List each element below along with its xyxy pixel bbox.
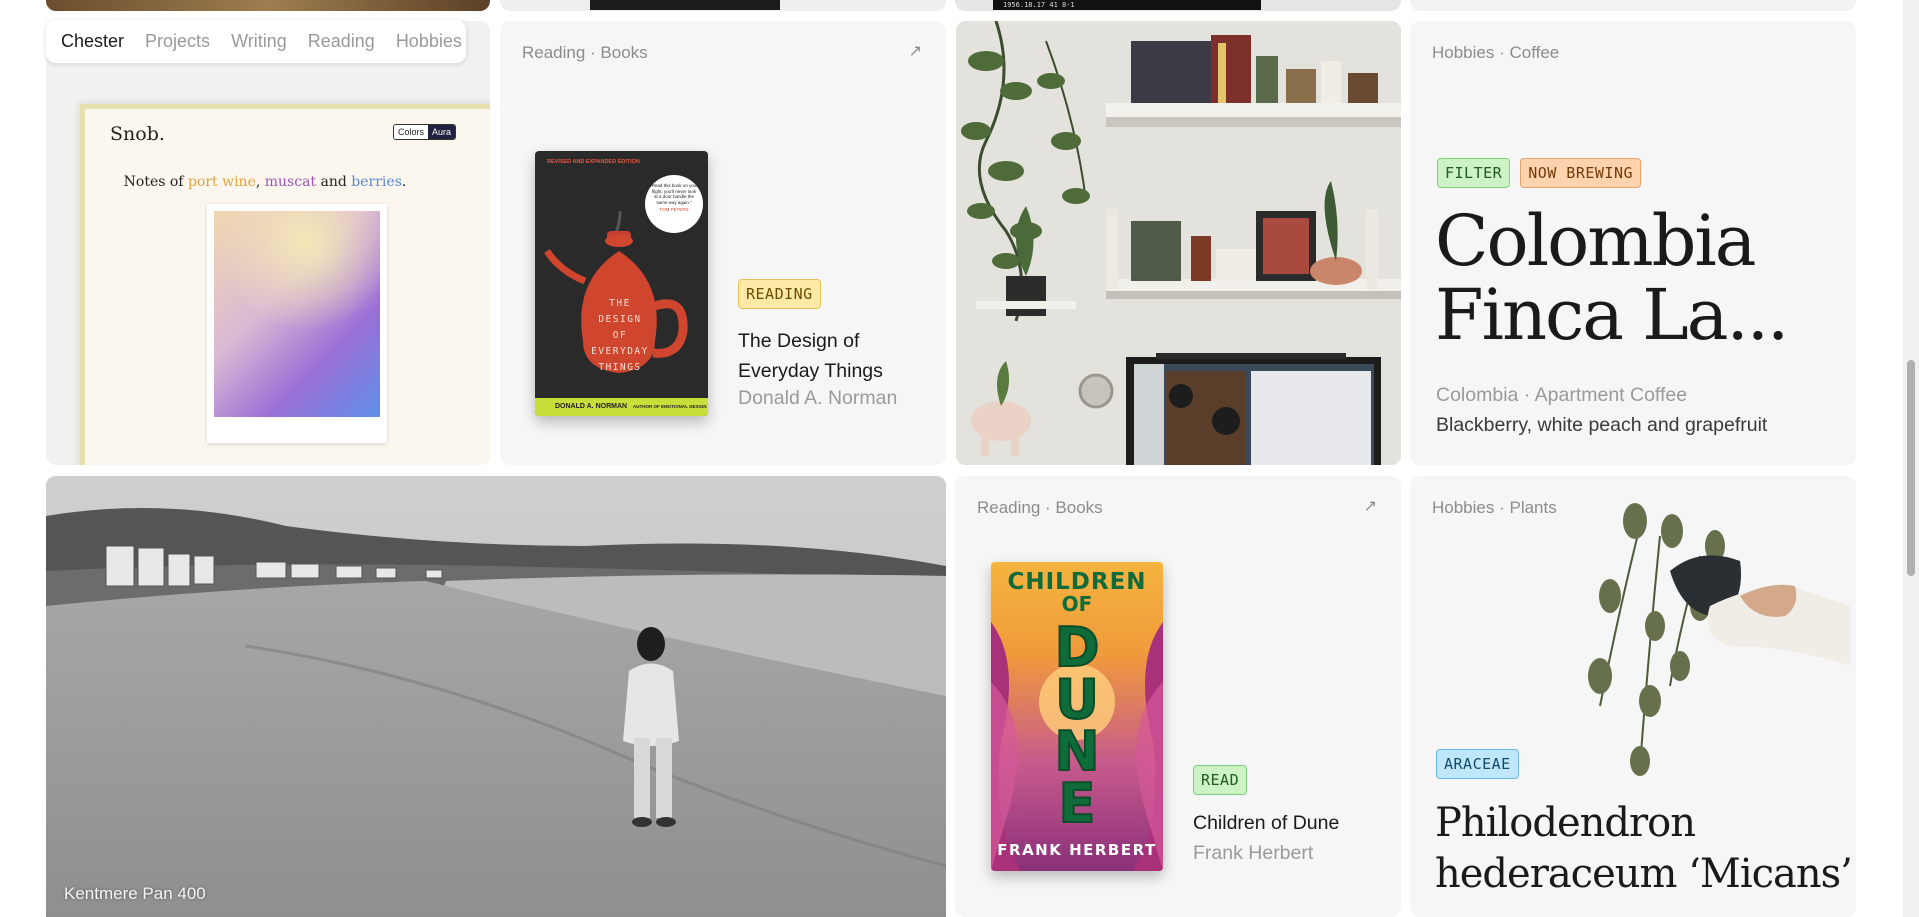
nav-item-projects[interactable]: Projects bbox=[145, 31, 210, 52]
aura-gradient bbox=[214, 211, 380, 417]
book-title-line2: Everyday Things bbox=[738, 360, 883, 382]
external-link-icon[interactable]: ↗ bbox=[1364, 496, 1377, 516]
tagline-muscat: muscat bbox=[264, 174, 317, 190]
tag-now-brewing: NOW BREWING bbox=[1520, 158, 1642, 188]
dune-cover-title: CHILDREN OF bbox=[991, 570, 1163, 614]
tagline-berries: berries bbox=[351, 174, 402, 190]
cover-title-line: THINGS bbox=[598, 362, 642, 373]
nav-item-chester[interactable]: Chester bbox=[61, 31, 124, 52]
cover-line3: DUNE bbox=[1053, 616, 1100, 835]
cover-title-line: OF bbox=[612, 330, 628, 341]
book-author: Donald A. Norman bbox=[738, 387, 898, 409]
tag-filter: FILTER bbox=[1437, 158, 1511, 188]
status-badge-reading: READING bbox=[738, 279, 821, 309]
cover-line1: CHILDREN bbox=[1007, 569, 1147, 595]
project-card-snob[interactable]: Snob. Colors Aura Notes of port wine, mu… bbox=[46, 21, 490, 465]
snob-logo: Snob. bbox=[110, 123, 165, 145]
coffee-card[interactable]: Hobbies · Coffee FILTER NOW BREWING Colo… bbox=[1410, 21, 1856, 465]
card-above-strip-3: 1956.18.17 41 8-1 bbox=[955, 0, 1401, 11]
coffee-title-line2: Finca La... bbox=[1435, 274, 1789, 356]
tagline-port-wine: port wine bbox=[187, 174, 256, 190]
cover-title-line: EVERYDAY bbox=[591, 346, 649, 357]
plant-card[interactable]: Hobbies · Plants ARACEAE Philodendron he… bbox=[1410, 476, 1856, 917]
plant-name: Philodendron hederaceum ‘Micans’ bbox=[1435, 798, 1853, 900]
coffee-notes: Blackberry, white peach and grapefruit bbox=[1436, 414, 1768, 436]
book-title-line1: The Design of bbox=[738, 330, 860, 352]
toggle-colors[interactable]: Colors bbox=[394, 125, 429, 139]
coffee-title-line1: Colombia bbox=[1435, 200, 1757, 282]
status-badge-read: READ bbox=[1193, 765, 1248, 795]
plant-name-line1: Philodendron bbox=[1435, 800, 1696, 846]
external-link-icon[interactable]: ↗ bbox=[909, 41, 922, 61]
coffee-origin: Colombia · Apartment Coffee bbox=[1436, 384, 1688, 406]
tagline-sep2: and bbox=[316, 174, 352, 190]
coffee-title: Colombia Finca La... bbox=[1435, 200, 1789, 356]
cover-title: THE DESIGN OF EVERYDAY THINGS bbox=[575, 296, 665, 376]
tagline-suffix: . bbox=[401, 174, 407, 190]
desk-photo bbox=[956, 21, 1401, 465]
nav-item-reading[interactable]: Reading bbox=[308, 31, 375, 52]
card-meta: Reading · Books bbox=[522, 43, 648, 62]
book-card-children-of-dune[interactable]: Reading · Books ↗ CHILDREN OF DUNE FRANK… bbox=[955, 476, 1401, 917]
cover-title-line: THE bbox=[609, 298, 631, 309]
scrollbar-track[interactable] bbox=[1903, 0, 1919, 917]
page: 1956.18.17 41 8-1 Chester Projects Writi… bbox=[0, 0, 1919, 917]
tag-araceae: ARACEAE bbox=[1436, 749, 1519, 779]
aura-card bbox=[207, 204, 387, 443]
tagline-sep1: , bbox=[255, 174, 265, 190]
cover-quote: "Read this book on your flight, you'll n… bbox=[650, 183, 698, 205]
book-title: The Design of Everyday Things bbox=[738, 326, 883, 386]
snob-tagline: Notes of port wine, muscat and berries. bbox=[85, 174, 445, 190]
cover-author-suffix: AUTHOR OF EMOTIONAL DESIGN bbox=[633, 404, 707, 409]
card-above-strip-4 bbox=[1410, 0, 1856, 11]
card-meta: Reading · Books bbox=[977, 498, 1103, 517]
top-nav: Chester Projects Writing Reading Hobbies bbox=[46, 20, 466, 63]
beach-photo bbox=[46, 476, 946, 917]
book-cover-dune: CHILDREN OF DUNE FRANK HERBERT bbox=[991, 562, 1163, 871]
book-title: Children of Dune bbox=[1193, 812, 1340, 834]
cover-author: FRANK HERBERT bbox=[997, 841, 1157, 859]
cover-title-line: DESIGN bbox=[598, 314, 642, 325]
cover-line2: OF bbox=[1061, 592, 1093, 616]
toggle-aura[interactable]: Aura bbox=[428, 125, 456, 139]
snob-toggle[interactable]: Colors Aura bbox=[393, 124, 457, 140]
book-author: Frank Herbert bbox=[1193, 842, 1314, 864]
cover-author-band: DONALD A. NORMAN AUTHOR OF EMOTIONAL DES… bbox=[535, 398, 708, 416]
card-above-strip-2 bbox=[500, 0, 946, 11]
book-cover-design: REVISED AND EXPANDED EDITION "Read this … bbox=[535, 151, 708, 416]
card-meta: Hobbies · Coffee bbox=[1432, 43, 1560, 62]
film-caption: Kentmere Pan 400 bbox=[64, 884, 206, 903]
tagline-prefix: Notes of bbox=[123, 174, 188, 190]
cover-top-text: REVISED AND EXPANDED EDITION bbox=[547, 159, 640, 165]
scrollbar-thumb[interactable] bbox=[1907, 360, 1915, 576]
snob-preview: Snob. Colors Aura Notes of port wine, mu… bbox=[80, 104, 490, 465]
nav-item-writing[interactable]: Writing bbox=[231, 31, 287, 52]
book-card-design-of-everyday-things[interactable]: Reading · Books ↗ REVISED AND EXPANDED E… bbox=[500, 21, 946, 465]
nav-item-hobbies[interactable]: Hobbies bbox=[396, 31, 462, 52]
card-above-strip-1 bbox=[46, 0, 490, 11]
cover-author: DONALD A. NORMAN bbox=[555, 403, 628, 410]
film-photo-card[interactable]: Kentmere Pan 400 bbox=[46, 476, 946, 917]
plant-name-line2: hederaceum ‘Micans’ bbox=[1435, 851, 1853, 897]
photo-card-desk[interactable] bbox=[956, 21, 1401, 465]
